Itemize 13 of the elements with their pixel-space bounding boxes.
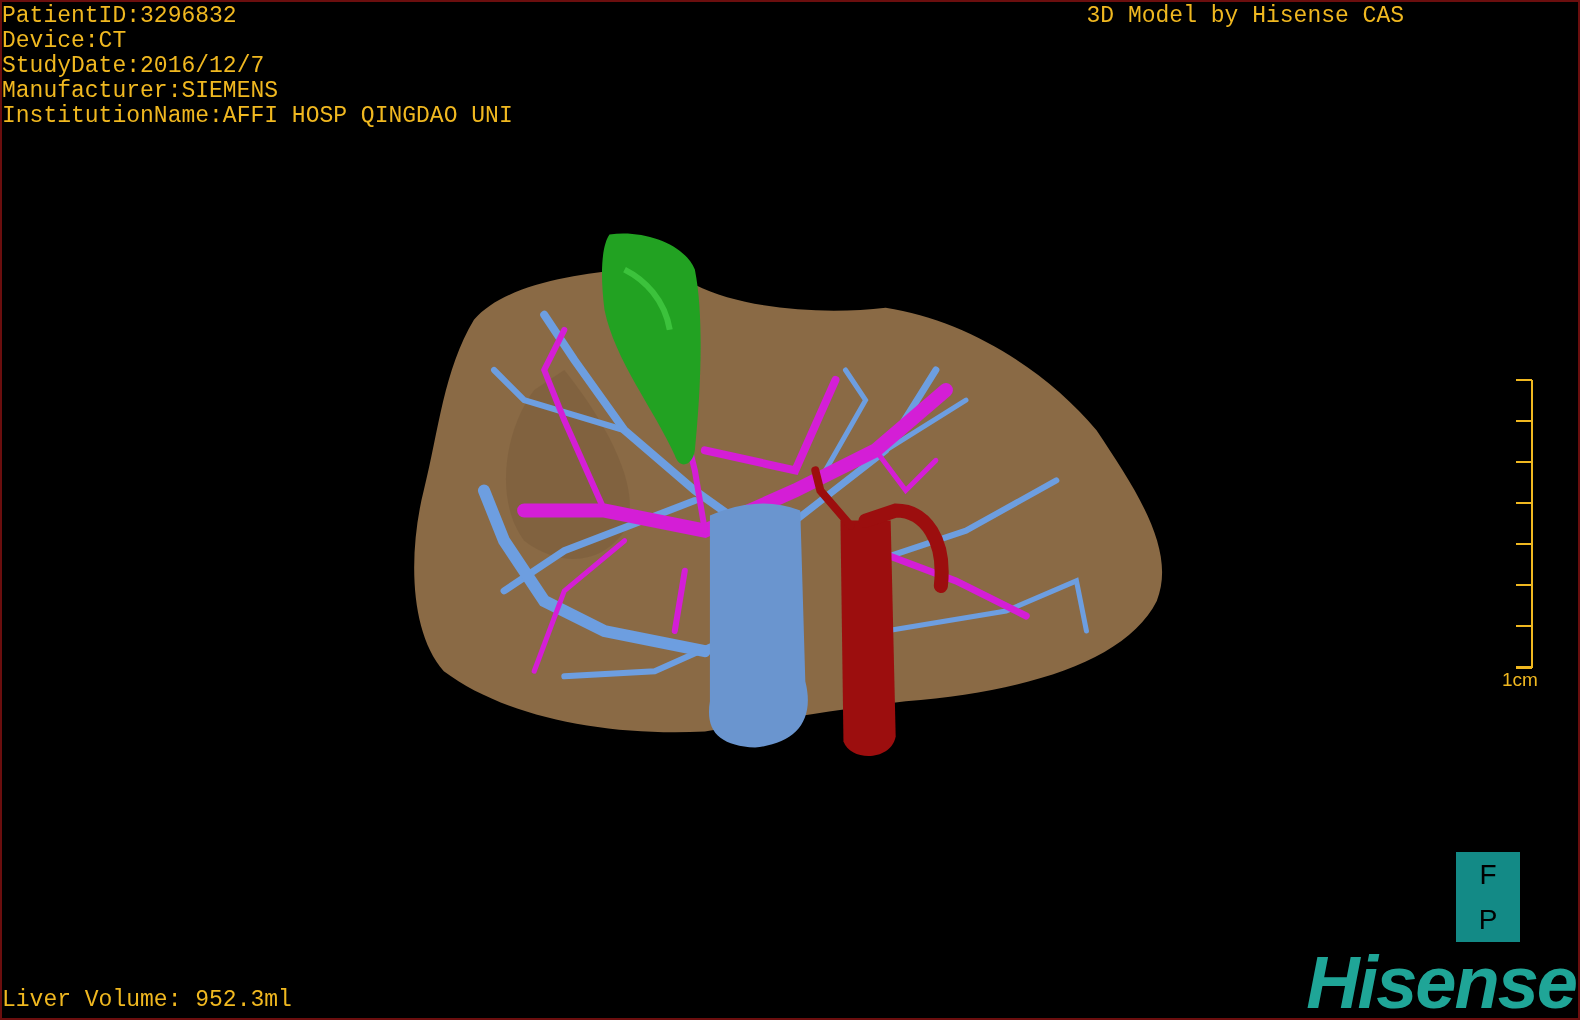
liver-volume-text: Liver Volume: 952.3ml xyxy=(2,986,292,1015)
patient-info-line: PatientID:3296832 xyxy=(2,4,238,29)
orientation-label: P xyxy=(1478,904,1498,935)
viewer-title: 3D Model by Hisense CAS xyxy=(1086,2,1404,29)
patient-info-line: InstitutionName:AFFI HOSP QINGDAO UNI xyxy=(2,104,513,129)
orientation-label: F xyxy=(1479,859,1497,890)
orientation-marker[interactable]: F P xyxy=(1456,852,1520,942)
patient-info-line: StudyDate:2016/12/7 xyxy=(2,54,266,79)
liver-model-drawing[interactable] xyxy=(414,233,1163,756)
patient-info-line: Manufacturer:SIEMENS xyxy=(2,79,280,104)
patient-info-line: Device:CT xyxy=(2,29,128,54)
scale-label: 1cm xyxy=(1502,669,1538,691)
brand-logo: Hisense xyxy=(1306,948,1577,1018)
